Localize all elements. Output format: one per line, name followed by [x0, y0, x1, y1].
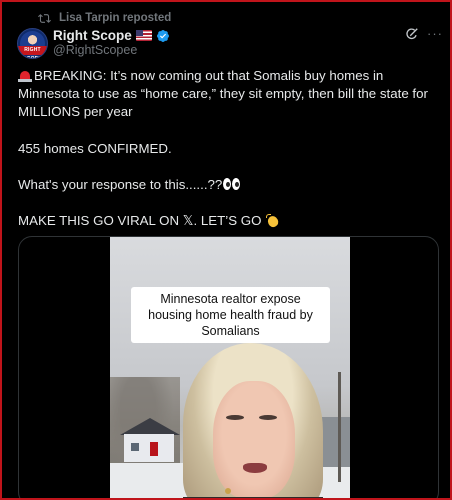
verified-badge-icon[interactable] [156, 29, 170, 43]
post-text-line1: BREAKING: It’s now coming out that Somal… [18, 68, 428, 119]
repost-text: Lisa Tarpin reposted [59, 12, 172, 24]
video-caption: Minnesota realtor expose housing home he… [131, 287, 330, 343]
post-text-line2: 455 homes CONFIRMED. [18, 141, 172, 156]
avatar[interactable]: RIGHT SCOPE [17, 28, 48, 59]
clap-emoji-icon [265, 213, 281, 228]
repost-icon [38, 13, 51, 23]
author-name-row[interactable]: Right Scope [53, 27, 170, 44]
repost-header[interactable]: Lisa Tarpin reposted [38, 11, 171, 25]
us-flag-icon [135, 30, 152, 41]
more-icon[interactable]: ··· [427, 27, 443, 40]
post-text-line4: MAKE THIS GO VIRAL ON 𝕏. LET’S GO [18, 212, 438, 230]
eyes-emoji-icon [222, 177, 242, 191]
woman-speaker-image [183, 343, 323, 500]
video-player[interactable]: Minnesota realtor expose housing home he… [110, 237, 350, 500]
author-handle[interactable]: @RightScopee [53, 43, 137, 57]
media-container[interactable]: Minnesota realtor expose housing home he… [18, 236, 439, 500]
siren-emoji-icon [18, 69, 32, 82]
grok-icon[interactable] [405, 27, 419, 41]
post-text-line3: What's your response to this......?? [18, 176, 438, 194]
display-name[interactable]: Right Scope [53, 28, 132, 43]
avatar-logo-text: RIGHT SCOPE [23, 47, 42, 59]
house-image [120, 418, 180, 462]
